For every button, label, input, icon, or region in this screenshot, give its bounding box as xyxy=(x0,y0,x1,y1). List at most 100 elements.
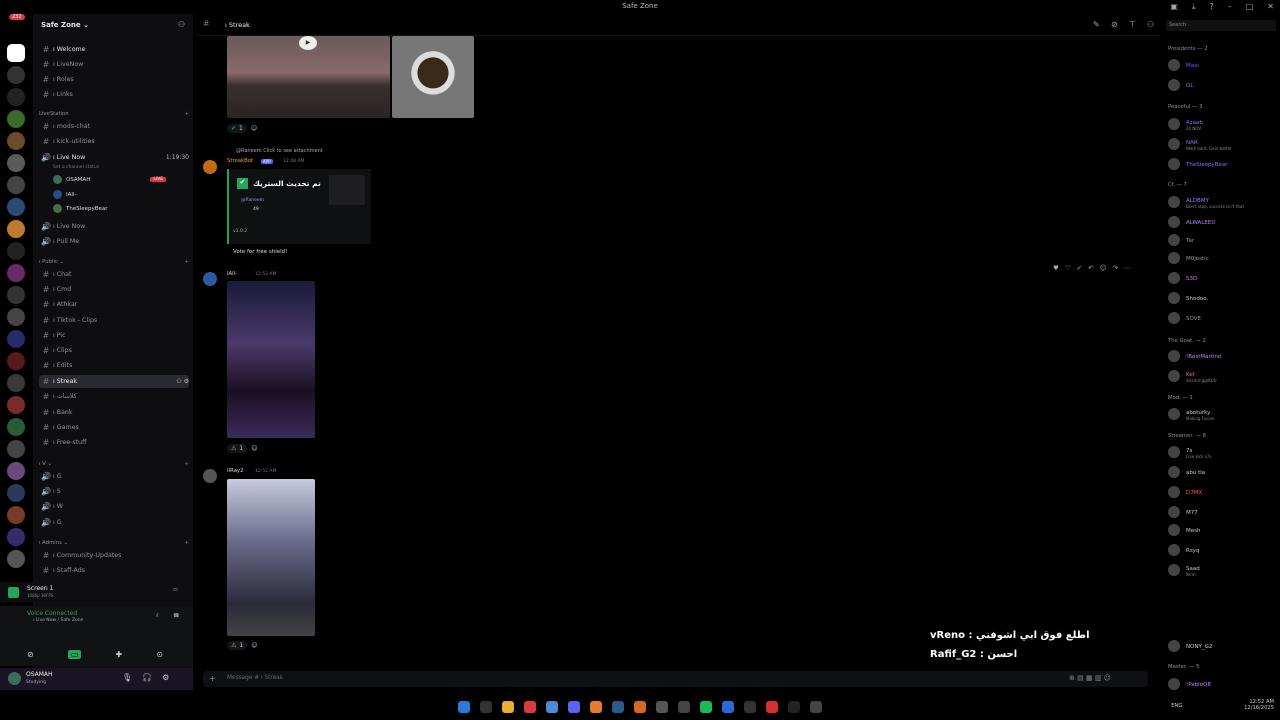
channel-streak[interactable]: # ı Streak ⚇ ⚙ xyxy=(39,375,189,388)
member-item[interactable]: Saad Nirm xyxy=(1168,562,1278,578)
server-icon-active[interactable] xyxy=(7,44,25,62)
voice-channel-g2[interactable]: 🔊 ı G xyxy=(39,516,189,529)
plus-icon[interactable]: + xyxy=(185,540,189,546)
reaction-check[interactable]: ✔ 1 xyxy=(227,124,247,133)
app-icon[interactable] xyxy=(788,701,800,713)
invite-icon[interactable]: ⚇ ⚙ xyxy=(176,378,189,385)
server-icon[interactable] xyxy=(7,286,25,304)
heart-icon[interactable]: ♡ xyxy=(1065,264,1071,276)
voice-channel-g[interactable]: 🔊 ı G xyxy=(39,470,189,483)
server-icon[interactable] xyxy=(7,352,25,370)
app-icon[interactable] xyxy=(810,701,822,713)
help-icon[interactable]: ? xyxy=(1209,2,1213,12)
member-item[interactable]: Shodoo. xyxy=(1168,290,1278,306)
bot-avatar[interactable] xyxy=(203,160,217,174)
channel-status[interactable]: Set a channel status xyxy=(53,165,99,170)
server-icon[interactable] xyxy=(7,418,25,436)
channel-welcome[interactable]: # ı Welcome xyxy=(39,43,189,56)
add-reaction-icon[interactable]: ☺ xyxy=(251,445,257,452)
voice-user[interactable]: TheSleepyBear xyxy=(53,204,108,213)
member-item[interactable]: NAR Work hard, Gain better xyxy=(1168,136,1278,152)
emoji-icon[interactable]: ☺ xyxy=(1100,264,1107,276)
app-icon[interactable] xyxy=(744,701,756,713)
activities-icon[interactable]: ✚ xyxy=(115,650,122,659)
add-reaction-icon[interactable]: ☺ xyxy=(251,642,257,649)
server-icon[interactable] xyxy=(7,374,25,392)
reply-reference[interactable]: @Raneem Click to see attachment xyxy=(236,148,323,154)
bot-name[interactable]: StreakBot xyxy=(227,158,253,164)
category-public[interactable]: ı Public ⌄ + xyxy=(39,259,189,265)
server-icon[interactable] xyxy=(7,396,25,414)
search-input[interactable]: Search xyxy=(1166,20,1276,31)
app-icon[interactable] xyxy=(634,701,646,713)
channel-community-updates[interactable]: # ı Community-Updates xyxy=(39,549,189,562)
member-item[interactable]: abu tla xyxy=(1168,464,1278,480)
channel-tiktok-clips[interactable]: # ı Tiktok - Clips xyxy=(39,314,189,327)
server-icon[interactable] xyxy=(7,66,25,84)
server-icon[interactable] xyxy=(7,220,25,238)
member-item[interactable]: ALDBMY Don't stop, success isn't that xyxy=(1168,194,1278,210)
server-icon[interactable] xyxy=(7,264,25,282)
server-icon[interactable] xyxy=(7,176,25,194)
headphones-icon[interactable]: 🎧 xyxy=(142,673,152,682)
close-button[interactable]: ✕ xyxy=(1267,2,1274,12)
server-icon[interactable] xyxy=(7,462,25,480)
app-icon[interactable] xyxy=(590,701,602,713)
channel-chat[interactable]: # ı Chat xyxy=(39,268,189,281)
category-admins[interactable]: ı Admins ⌄ + xyxy=(39,540,189,546)
settings-icon[interactable]: ⚙ xyxy=(162,673,169,682)
server-icon[interactable] xyxy=(7,506,25,524)
file-explorer-icon[interactable] xyxy=(502,701,514,713)
discord-icon[interactable] xyxy=(568,701,580,713)
spotify-icon[interactable] xyxy=(700,701,712,713)
app-icon[interactable] xyxy=(524,701,536,713)
disconnect-icon[interactable]: ☎ xyxy=(173,613,180,619)
channel-arabic[interactable]: # ı كلاسات xyxy=(39,390,189,403)
channel-staff-ads[interactable]: # ı Staff-Ads xyxy=(39,564,189,577)
image-attachment[interactable] xyxy=(392,36,474,118)
search-icon[interactable] xyxy=(480,701,492,713)
video-attachment[interactable]: ▶ xyxy=(227,36,390,118)
reply-icon[interactable]: ↶ xyxy=(1088,264,1093,276)
play-icon[interactable]: ▶ xyxy=(299,36,317,50)
screen-share-button[interactable]: ▭ xyxy=(67,649,82,659)
mute-icon[interactable]: ⊘ xyxy=(1111,20,1118,29)
server-icon[interactable] xyxy=(7,528,25,546)
member-item[interactable]: !PabloQ8 xyxy=(1168,676,1278,692)
member-item[interactable]: Mesh xyxy=(1168,522,1278,538)
channel-clips[interactable]: # ı Clips xyxy=(39,344,189,357)
gift-icon[interactable]: ⊕ ▤ ▦ ▥ ☺ xyxy=(1069,674,1111,682)
mic-icon[interactable]: 🎙 xyxy=(122,673,132,682)
avatar[interactable] xyxy=(203,469,217,483)
maximize-button[interactable]: □ xyxy=(1246,2,1254,12)
member-item[interactable]: ALWALEED xyxy=(1168,214,1278,230)
forward-icon[interactable]: ↷ xyxy=(1112,264,1117,276)
windows-start-icon[interactable] xyxy=(458,701,470,713)
reaction-warning[interactable]: ⚠ 1 xyxy=(227,641,248,650)
voice-channel-live-now-2[interactable]: 🔊 ı Live Now xyxy=(39,220,189,233)
vote-button[interactable]: Vote for free shield! xyxy=(233,249,287,255)
inbox-icon[interactable]: ▣ xyxy=(1170,2,1178,12)
avatar[interactable] xyxy=(203,272,217,286)
channel-livenow[interactable]: # ı LiveNow xyxy=(39,58,189,71)
pin-icon[interactable]: ⊤ xyxy=(1129,20,1136,29)
server-icon[interactable] xyxy=(7,132,25,150)
server-icon[interactable] xyxy=(7,154,25,172)
server-name[interactable]: Safe Zone ⌄ xyxy=(41,21,89,29)
channel-edits[interactable]: # ı Edits xyxy=(39,359,189,372)
stop-stream-icon[interactable]: ▭ xyxy=(173,587,178,593)
server-icon[interactable] xyxy=(7,110,25,128)
app-icon[interactable] xyxy=(722,701,734,713)
image-attachment[interactable] xyxy=(227,281,315,438)
members-icon[interactable]: ⚇ xyxy=(1147,20,1154,29)
member-item[interactable]: Azaab 24 NOV xyxy=(1168,116,1278,132)
voice-channel-s[interactable]: 🔊 ı S xyxy=(39,485,189,498)
soundboard-icon[interactable]: ⊙ xyxy=(156,650,163,659)
channel-mods-chat[interactable]: # ı mods-chat xyxy=(39,120,189,133)
embed-thumbnail[interactable] xyxy=(329,175,365,205)
avatar[interactable] xyxy=(8,672,21,685)
reaction-warning[interactable]: ⚠ 1 xyxy=(227,444,248,453)
camera-icon[interactable]: ⊘ xyxy=(27,650,34,659)
voice-channel-live-now[interactable]: 🔊 ı Live Now 1:19:30 xyxy=(39,151,189,164)
server-icon[interactable] xyxy=(7,330,25,348)
